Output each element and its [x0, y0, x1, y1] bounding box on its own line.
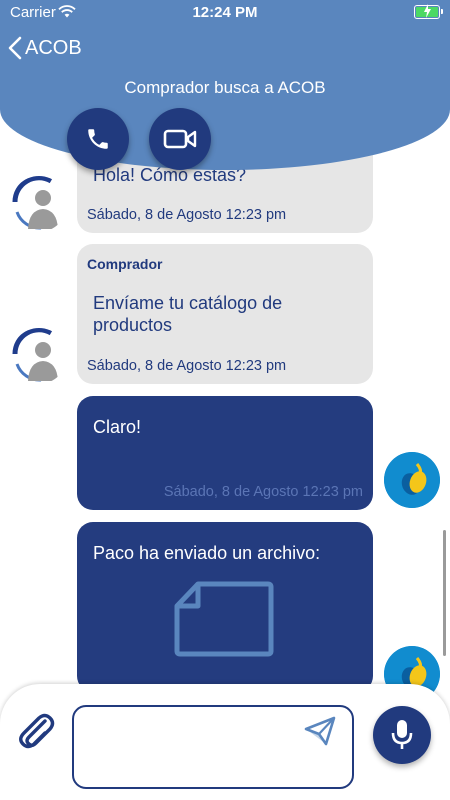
- phone-icon: [88, 129, 108, 149]
- message-bubble-incoming: Comprador Envíame tu catálogo de product…: [77, 244, 373, 384]
- back-label: ACOB: [25, 36, 82, 59]
- message-composer: [0, 684, 450, 800]
- attach-button[interactable]: [15, 710, 55, 755]
- message-time: Sábado, 8 de Agosto 12:23 pm: [163, 484, 363, 500]
- message-input-box: [72, 705, 354, 789]
- scrollbar[interactable]: [443, 530, 446, 656]
- voice-call-button[interactable]: [67, 108, 129, 170]
- microphone-button[interactable]: [373, 706, 431, 764]
- message-time: Sábado, 8 de Agosto 12:23 pm: [87, 358, 287, 374]
- video-camera-icon: [163, 129, 197, 149]
- chevron-left-icon: [8, 36, 22, 60]
- message-sender: Comprador: [87, 256, 163, 272]
- send-icon: [304, 716, 336, 746]
- microphone-icon: [391, 720, 413, 749]
- message-bubble-outgoing: Paco ha enviado un archivo:: [77, 522, 373, 692]
- send-button[interactable]: [304, 716, 336, 751]
- paperclip-icon: [19, 713, 55, 749]
- status-time: 12:24 PM: [192, 4, 258, 21]
- back-button[interactable]: ACOB: [8, 36, 82, 60]
- message-time: Sábado, 8 de Agosto 12:23 pm: [87, 207, 287, 223]
- message-bubble-outgoing: Claro! Sábado, 8 de Agosto 12:23 pm: [77, 396, 373, 510]
- chat-subtitle: Comprador busca a ACOB: [124, 78, 326, 97]
- message-input[interactable]: [82, 713, 306, 785]
- battery-tip: [441, 9, 443, 14]
- battery-icon: [414, 4, 440, 19]
- my-avatar: [384, 452, 440, 508]
- message-text: Paco ha enviado un archivo:: [93, 543, 321, 563]
- file-icon[interactable]: [174, 580, 274, 658]
- status-bar: Carrier 12:24 PM: [0, 0, 450, 26]
- message-text: Envíame tu catálogo de productos: [93, 293, 283, 335]
- message-text: Claro!: [93, 417, 142, 437]
- video-call-button[interactable]: [149, 108, 211, 170]
- contact-avatar: [11, 176, 67, 232]
- contact-avatar: [11, 328, 67, 384]
